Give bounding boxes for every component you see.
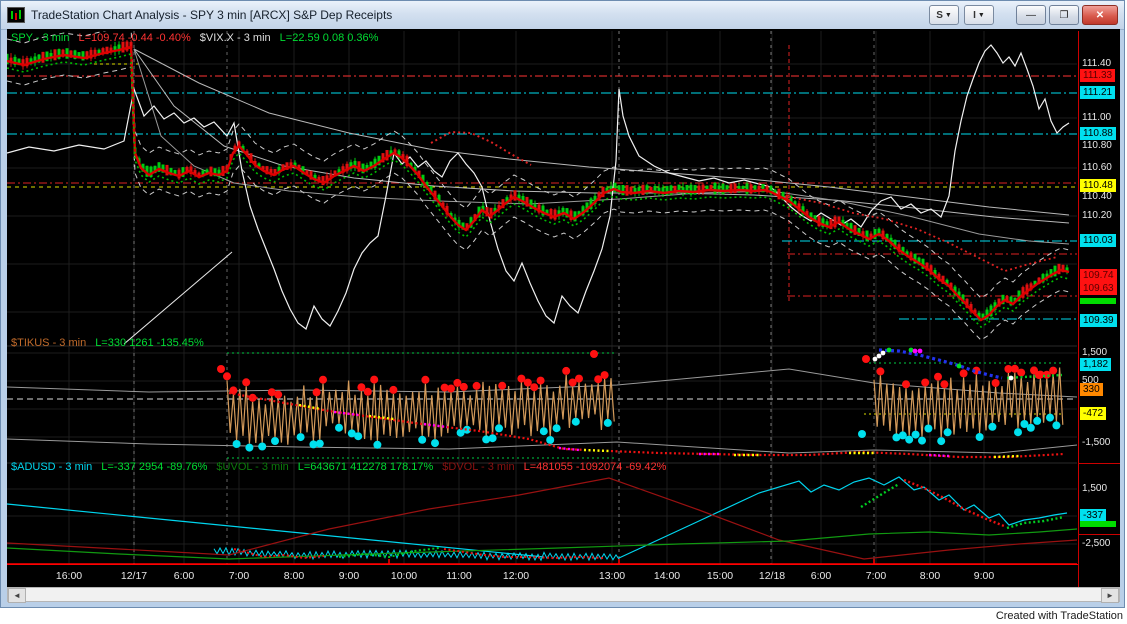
price-label: 110.03	[1080, 234, 1116, 247]
price-label: 330	[1080, 383, 1103, 396]
close-button[interactable]: ✕	[1082, 5, 1118, 25]
legend-segment: $VIX.X - 3 min	[199, 32, 271, 44]
legend-segment: L=330 1261 -135.45%	[95, 337, 204, 349]
price-label: 109.63	[1080, 282, 1117, 295]
app-icon	[7, 7, 25, 23]
titlebar-buttons: S ▼ I ▼ — ❐ ✕	[929, 5, 1118, 25]
axis-pane-separator	[1079, 534, 1120, 535]
time-label: 16:00	[55, 570, 83, 582]
time-label: 12/17	[120, 570, 148, 582]
legend-segment: L=22.59 0.08 0.36%	[279, 32, 379, 44]
legend-segment: L=109.74 -0.44 -0.40%	[78, 32, 191, 44]
window-title: TradeStation Chart Analysis - SPY 3 min …	[31, 8, 393, 22]
time-label: 6:00	[173, 570, 195, 582]
scroll-right-button[interactable]: ►	[1101, 588, 1119, 603]
restore-icon: ❐	[1059, 9, 1069, 21]
chevron-down-icon: ▼	[944, 11, 952, 19]
time-label: 13:00	[598, 570, 626, 582]
price-label: 1,182	[1080, 358, 1112, 371]
time-label: 15:00	[706, 570, 734, 582]
pane2-legend: $TIKUS - 3 min L=330 1261 -135.45%	[11, 337, 213, 349]
axis-pane-separator	[1079, 463, 1120, 464]
restore-button[interactable]: ❐	[1049, 5, 1079, 25]
chart-canvas[interactable]	[7, 31, 1078, 564]
legend-segment: L=481055 -1092074 -69.42%	[523, 461, 667, 473]
legend-segment: $UVOL - 3 min	[216, 461, 289, 473]
pane3-legend: $ADUSD - 3 min L=-337 2954 -89.76% $UVOL -…	[11, 461, 675, 473]
legend-segment: $TIKUS - 3 min	[11, 337, 87, 349]
time-label: 9:00	[338, 570, 360, 582]
time-label: 7:00	[865, 570, 887, 582]
price-label: -1,500	[1082, 437, 1111, 448]
time-axis[interactable]: 16:00 12/17 6:00 7:00 8:00 9:00 10:00 11:00 12:0…	[7, 564, 1078, 587]
screenshot-stage: TradeStation Chart Analysis - SPY 3 min …	[0, 0, 1127, 624]
minimize-icon: —	[1026, 9, 1036, 21]
chevron-down-icon: ▼	[977, 11, 985, 19]
legend-segment: SPY - 3 min	[11, 32, 70, 44]
price-axis[interactable]: 111.40 111.33 111.21 111.00 110.88 110.80 110.…	[1078, 31, 1120, 587]
price-label: 111.21	[1080, 86, 1116, 99]
price-label: 109.39	[1080, 314, 1117, 327]
price-label: -2,500	[1082, 538, 1111, 549]
time-label: 8:00	[919, 570, 941, 582]
price-label: 111.33	[1080, 69, 1116, 82]
legend-segment: L=-337 2954 -89.76%	[101, 461, 208, 473]
legend-segment: L=643671 412278 178.17%	[297, 461, 434, 473]
pane1-legend: SPY - 3 min L=109.74 -0.44 -0.40% $VIX.X -…	[11, 32, 387, 44]
minimize-button[interactable]: —	[1016, 5, 1046, 25]
time-label: 7:00	[228, 570, 250, 582]
time-label: 6:00	[810, 570, 832, 582]
time-label: 10:00	[390, 570, 418, 582]
time-label: 12:00	[502, 570, 530, 582]
price-label: 1,500	[1082, 483, 1108, 494]
interval-dropdown-button[interactable]: I ▼	[964, 5, 994, 25]
price-label	[1080, 521, 1116, 527]
price-label: 109.74	[1080, 269, 1117, 282]
price-label: 110.80	[1082, 140, 1112, 151]
time-label: 8:00	[283, 570, 305, 582]
price-label: 110.40	[1082, 191, 1112, 202]
price-label: 111.00	[1082, 112, 1112, 123]
symbol-dropdown-button[interactable]: S ▼	[929, 5, 959, 25]
scroll-left-button[interactable]: ◄	[8, 588, 26, 603]
time-label: 12/18	[758, 570, 786, 582]
close-icon: ✕	[1095, 9, 1105, 21]
price-label: 110.20	[1082, 210, 1112, 221]
time-label: 14:00	[653, 570, 681, 582]
status-bar: Created with TradeStation	[0, 610, 1127, 624]
horizontal-scrollbar[interactable]: ◄ ►	[7, 587, 1120, 603]
price-label: -472	[1080, 407, 1107, 420]
legend-segment: $ADUSD - 3 min	[11, 461, 93, 473]
title-bar[interactable]: TradeStation Chart Analysis - SPY 3 min …	[1, 1, 1124, 30]
price-label	[1080, 298, 1116, 304]
time-label: 11:00	[446, 570, 472, 582]
price-label: 110.60	[1082, 162, 1112, 173]
arrow-right-icon: ►	[1106, 591, 1114, 600]
time-label: 9:00	[973, 570, 995, 582]
tradestation-window: TradeStation Chart Analysis - SPY 3 min …	[0, 0, 1125, 608]
credit-text: Created with TradeStation	[995, 610, 1123, 622]
chart-area: SPY - 3 min L=109.74 -0.44 -0.40% $VIX.X -…	[7, 29, 1120, 587]
legend-segment: $DVOL - 3 min	[442, 461, 515, 473]
arrow-left-icon: ◄	[13, 591, 21, 600]
